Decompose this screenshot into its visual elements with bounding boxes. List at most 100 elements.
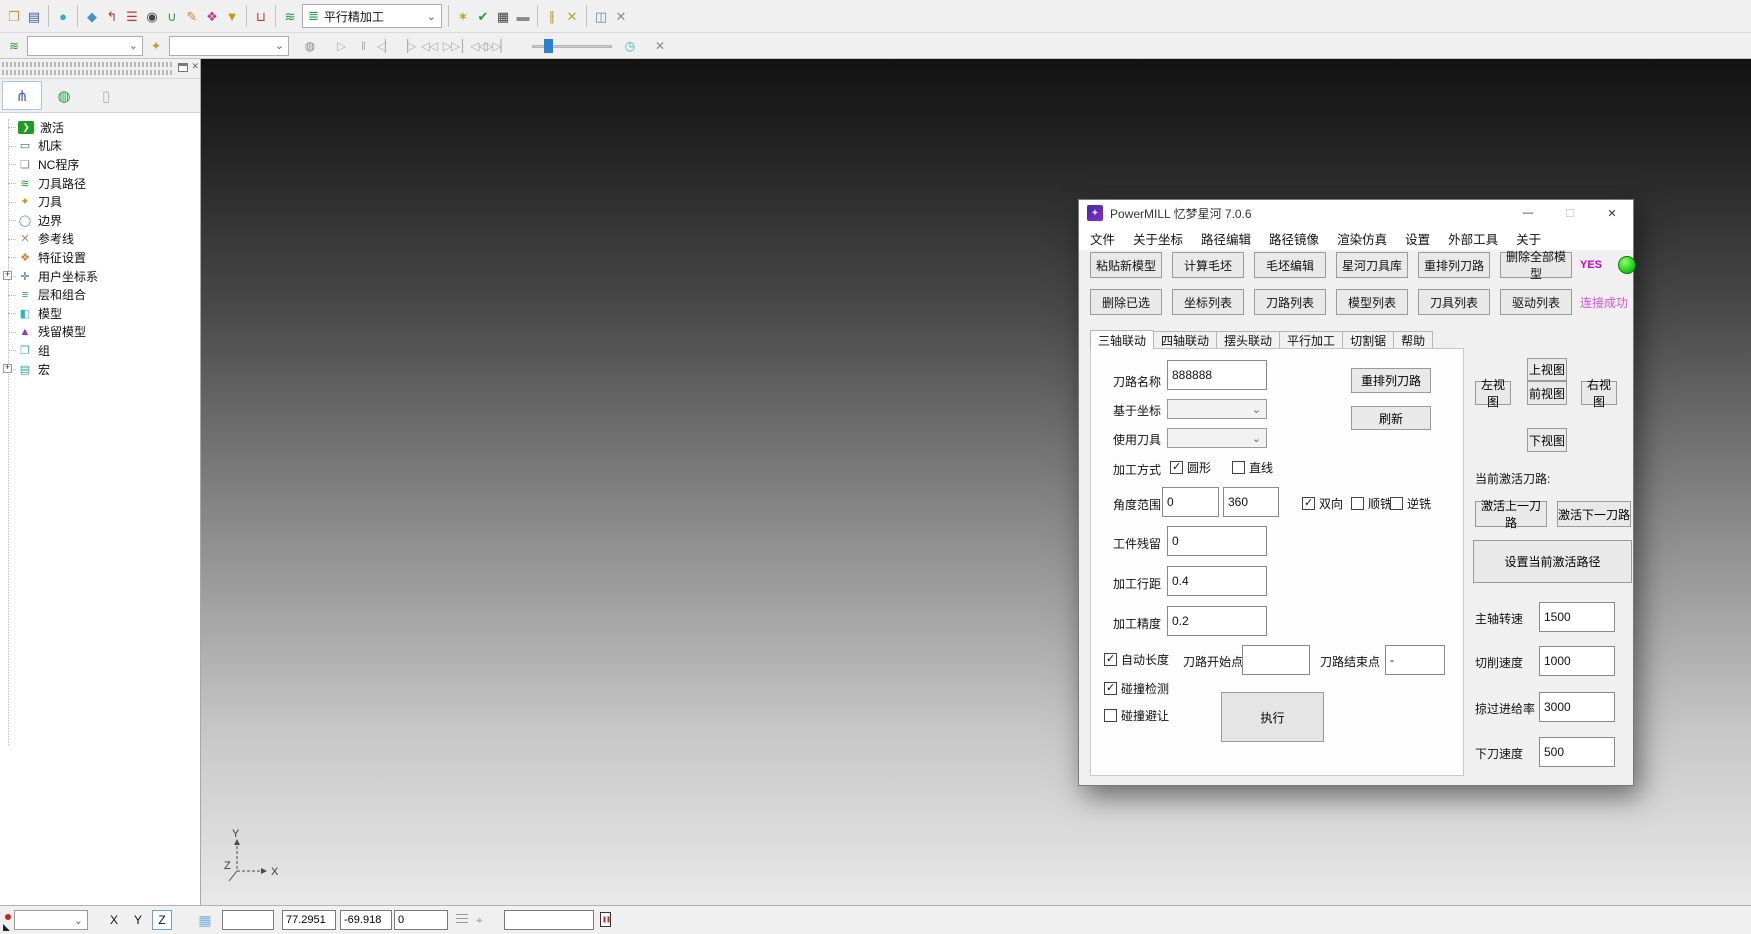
collision-check-option[interactable]: 碰撞检测 (1104, 680, 1169, 697)
toolpath-combo[interactable]: ⌄ (27, 36, 143, 56)
chevron-down-icon[interactable]: ⌄ (129, 39, 138, 52)
block-icon[interactable]: ◆ (82, 4, 102, 28)
fast-forward-icon[interactable]: ▷▷ (440, 39, 462, 53)
tab-4axis[interactable]: 四轴联动 (1153, 331, 1217, 349)
panel-grippers[interactable]: ✕ (0, 59, 200, 79)
panel-close-icon[interactable]: ✕ (191, 61, 199, 72)
delete-selected-button[interactable]: 删除已选 (1090, 289, 1162, 315)
conventional-mill-option[interactable]: 逆铣 (1390, 495, 1431, 512)
tool-list-button[interactable]: 刀具列表 (1418, 289, 1490, 315)
shaded-view-icon[interactable]: ● (53, 4, 73, 28)
clock-icon[interactable]: ◷ (620, 36, 640, 56)
skim-feed-input[interactable] (1539, 692, 1615, 722)
rapid-heights-icon[interactable]: ☰ (122, 4, 142, 28)
auto-length-option[interactable]: 自动长度 (1104, 651, 1169, 668)
tree-item-workplanes[interactable]: ✛ 用户坐标系 (0, 267, 200, 286)
execute-button[interactable]: 执行 (1221, 692, 1324, 742)
resize-grip-icon[interactable] (3, 924, 10, 931)
open-project-icon[interactable]: ❒ (4, 4, 24, 28)
climb-checkbox[interactable] (1351, 497, 1364, 510)
pattern-icon[interactable]: ✎ (182, 4, 202, 28)
collision-avoid-option[interactable]: 碰撞避让 (1104, 707, 1169, 724)
delete-all-models-button[interactable]: 删除全部模型 (1500, 252, 1572, 278)
close-icon[interactable]: ✕ (1591, 200, 1633, 226)
tab-recycle-bin[interactable]: ▯ (86, 81, 126, 110)
tool-icon[interactable]: ◉ (142, 4, 162, 28)
play-icon[interactable]: ▷ (330, 39, 352, 53)
coord-list-button[interactable]: 坐标列表 (1172, 289, 1244, 315)
transform-icon[interactable]: ✕ (562, 4, 582, 28)
start-point-input[interactable] (1242, 645, 1310, 675)
angle-from-input[interactable] (1162, 487, 1219, 517)
tab-swivel-head[interactable]: 摆头联动 (1216, 331, 1280, 349)
view-front-button[interactable]: 前视图 (1527, 381, 1567, 405)
strategy-dropdown[interactable]: ≣ 平行精加工 ⌄ (302, 4, 442, 28)
spindle-speed-input[interactable] (1539, 602, 1615, 632)
tree-item-models[interactable]: ◧ 模型 (0, 304, 200, 323)
grid-snap-icon[interactable]: ▦ (194, 910, 216, 930)
step-forward-icon[interactable]: ▕▷ (396, 39, 418, 53)
tab-saw[interactable]: 切割锯 (1342, 331, 1394, 349)
tree-item-feature-sets[interactable]: ❖ 特征设置 (0, 248, 200, 267)
go-to-end-icon[interactable]: ▷▷▏ (484, 39, 506, 53)
tree-item-machine[interactable]: ▭ 机床 (0, 137, 200, 156)
tab-help[interactable]: 帮助 (1393, 331, 1433, 349)
lightbulb-icon[interactable]: ◍ (300, 36, 320, 56)
menu-file[interactable]: 文件 (1081, 229, 1124, 248)
axis-z-button[interactable]: Z (152, 910, 172, 930)
go-to-start-icon[interactable]: ▏◁◁ (462, 39, 484, 53)
menu-path-mirror[interactable]: 路径镜像 (1260, 229, 1328, 248)
stepover-input[interactable] (1167, 566, 1267, 596)
stock-allowance-input[interactable] (1167, 526, 1267, 556)
conventional-checkbox[interactable] (1390, 497, 1403, 510)
tab-explorer-tree[interactable]: ⋔ (2, 81, 42, 110)
tree-item-groups[interactable]: ❒ 组 (0, 341, 200, 360)
refresh-button[interactable]: 刷新 (1351, 406, 1431, 430)
chevron-down-icon[interactable]: ⌄ (74, 914, 83, 927)
tree-item-boundaries[interactable]: ◯ 边界 (0, 211, 200, 230)
toolpath-list-button[interactable]: 刀路列表 (1254, 289, 1326, 315)
view-left-button[interactable]: 左视图 (1475, 381, 1511, 405)
tab-3axis[interactable]: 三轴联动 (1090, 330, 1154, 349)
auto-length-checkbox[interactable] (1104, 653, 1117, 666)
axis-y-button[interactable]: Y (128, 910, 148, 930)
cursor-z-field[interactable] (394, 910, 448, 930)
climb-mill-option[interactable]: 顺铣 (1351, 495, 1392, 512)
tool-library-button[interactable]: 星河刀具库 (1336, 252, 1408, 278)
simulation-speed-slider[interactable] (532, 39, 612, 53)
menu-settings[interactable]: 设置 (1396, 229, 1439, 248)
plunge-feed-input[interactable] (1539, 737, 1615, 767)
ruler-icon[interactable]: ▬ (513, 4, 533, 28)
menu-render-sim[interactable]: 渲染仿真 (1328, 229, 1396, 248)
collision-check-checkbox[interactable] (1104, 682, 1117, 695)
toolpath-links-icon[interactable]: ↰ (102, 4, 122, 28)
compare-models-icon[interactable]: ◫ (591, 4, 611, 28)
gripper-bar[interactable] (2, 62, 174, 67)
tree-item-levels-sets[interactable]: ≡ 层和组合 (0, 285, 200, 304)
line-mode-option[interactable]: 直线 (1232, 459, 1273, 476)
maximize-icon[interactable]: ☐ (1549, 200, 1591, 226)
statusbar-combo[interactable]: ⌄ (14, 910, 88, 930)
rewind-icon[interactable]: ◁◁ (418, 39, 440, 53)
circle-mode-option[interactable]: 圆形 (1170, 459, 1211, 476)
locate-probe-icon[interactable]: ⌖ (476, 913, 483, 928)
tool-pair-icon[interactable]: ∥ (542, 4, 562, 28)
chevron-down-icon[interactable]: ⌄ (427, 10, 436, 23)
menu-coordinates[interactable]: 关于坐标 (1124, 229, 1192, 248)
graphics-viewport[interactable]: Y X Z ✦ PowerMILL 忆梦星河 7.0.6 — ☐ ✕ 文件 关于… (201, 59, 1751, 905)
collision-check-icon[interactable]: ✶ (453, 4, 473, 28)
menu-about[interactable]: 关于 (1507, 229, 1550, 248)
tool-combo[interactable]: ⌄ (169, 36, 289, 56)
toolbar-close-icon[interactable]: ✕ (611, 4, 631, 28)
cutting-feed-input[interactable] (1539, 646, 1615, 676)
chevron-down-icon[interactable]: ⌄ (275, 39, 284, 52)
dialog-titlebar[interactable]: ✦ PowerMILL 忆梦星河 7.0.6 — ☐ ✕ (1079, 200, 1633, 226)
line-checkbox[interactable] (1232, 461, 1245, 474)
save-project-icon[interactable]: ▤ (24, 4, 44, 28)
slider-handle[interactable] (544, 39, 553, 53)
toolpath-name-input[interactable] (1167, 360, 1267, 390)
gripper-bar[interactable] (2, 70, 174, 75)
tree-item-tools[interactable]: ✦ 刀具 (0, 192, 200, 211)
tree-item-macros[interactable]: ▤ 宏 (0, 360, 200, 379)
tool-bottom-icon[interactable]: ⊔ (251, 4, 271, 28)
